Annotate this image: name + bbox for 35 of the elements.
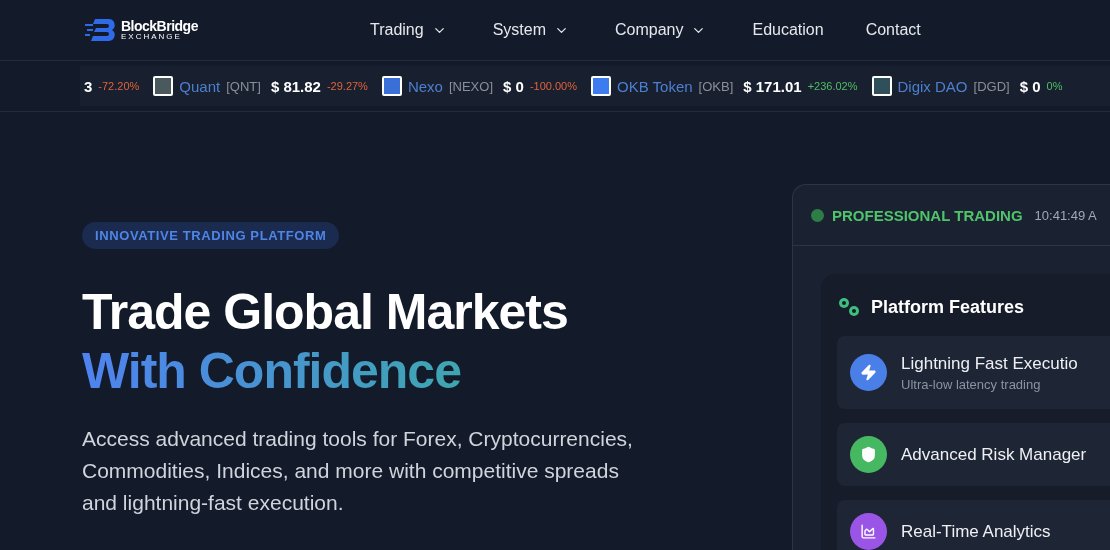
price-change: 0% <box>1046 80 1063 92</box>
nav-link[interactable]: Contact <box>865 21 921 39</box>
feature-subtitle: Ultra-low latency trading <box>901 376 1042 392</box>
coin-symbol: [DGD] <box>973 78 1010 94</box>
feature-title: Lightning Fast Executio <box>901 353 1078 374</box>
coin-price: $ 0 <box>503 77 524 95</box>
price-change: -100.00% <box>529 80 577 92</box>
coin-price: $ 171.01 <box>743 77 802 95</box>
hero-description: Access advanced trading tools for Forex, Cryptocurrencies, Commodities, Indices, and more with competitive spreads and lightning-fast execution. <box>82 426 634 516</box>
price-change: -72.20% <box>98 80 140 92</box>
price-change: +236.02% <box>807 80 858 92</box>
nav-link[interactable]: System <box>492 21 569 39</box>
coin-symbol: [OKB] <box>698 78 734 94</box>
clock-time: 10:41:49 A <box>1034 207 1097 223</box>
coin-price: $ 81.82 <box>270 77 321 95</box>
nav-link[interactable]: Company <box>615 21 707 39</box>
coin-price: 3 <box>84 77 93 95</box>
feature-title: Real-Time Analytics <box>901 521 1051 542</box>
coin-symbol: [QNT] <box>226 78 261 94</box>
nav-link[interactable]: Education <box>752 21 824 39</box>
nav-link[interactable]: Trading <box>370 21 447 39</box>
coin-name[interactable]: Quant <box>179 77 221 95</box>
price-change: -29.27% <box>326 80 368 92</box>
platform-badge: INNOVATIVE TRADING PLATFORM <box>82 222 340 249</box>
status-label: PROFESSIONAL TRADING <box>832 206 1023 224</box>
feature-title: Advanced Risk Manager <box>901 444 1087 465</box>
hero-title: Trade Global Markets <box>82 283 569 341</box>
coin-name[interactable]: Nexo <box>407 77 443 95</box>
coin-price: $ 0 <box>1019 77 1041 95</box>
coin-symbol: [NEXO] <box>448 78 493 94</box>
features-title: Platform Features <box>871 296 1025 318</box>
coin-name[interactable]: Digix DAO <box>897 77 968 95</box>
coin-name[interactable]: OKB Token <box>616 77 693 95</box>
logo-tagline: EXCHANGE <box>121 33 182 41</box>
logo-name: BlockBridge <box>121 19 198 33</box>
